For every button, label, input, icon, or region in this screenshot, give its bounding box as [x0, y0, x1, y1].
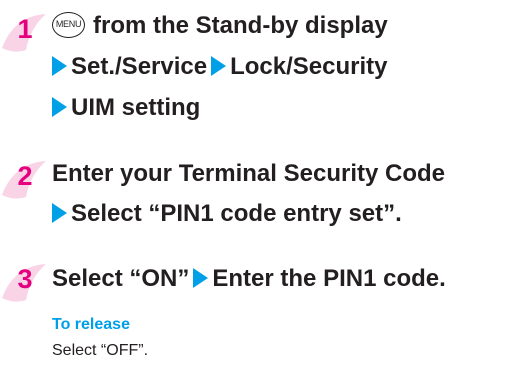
arrow-right-icon — [193, 268, 209, 288]
arrow-right-icon — [211, 56, 227, 76]
arrow-right-icon — [52, 203, 67, 223]
step-number: 3 — [17, 264, 33, 294]
step-1-text-1: from the Stand-by display — [93, 12, 388, 39]
step-2-line-2: Select “PIN1 code entry set”. — [52, 197, 402, 231]
menu-key-icon: MENU — [52, 12, 85, 38]
arrow-right-icon — [52, 56, 67, 76]
arrow-right-icon — [52, 97, 67, 117]
menu-path-item: Lock/Security — [230, 53, 388, 80]
menu-path-item: UIM setting — [71, 94, 201, 121]
step-3-text-1: Select “ON” — [52, 265, 190, 292]
release-heading: To release — [52, 316, 130, 333]
step-2-line-1: Enter your Terminal Security Code — [52, 157, 445, 191]
step-1-line-2: Set./Service Lock/Security — [52, 50, 388, 84]
step-number: 2 — [17, 161, 33, 191]
menu-key-label: MENU — [55, 19, 82, 29]
release-text: Select “OFF”. — [52, 342, 149, 359]
step-1-line-3: UIM setting — [52, 91, 200, 125]
step-3-text-2: Enter the PIN1 code. — [212, 265, 446, 292]
step-number-badge: 1 — [0, 10, 52, 56]
step-number: 1 — [17, 14, 33, 44]
step-1-line-1: MENU from the Stand-by display — [52, 9, 388, 43]
step-number-badge: 3 — [0, 260, 52, 306]
menu-path-item: Set./Service — [71, 53, 208, 80]
step-number-badge: 2 — [0, 157, 52, 203]
step-3-line-1: Select “ON” Enter the PIN1 code. — [52, 262, 446, 296]
step-2-text-1: Enter your Terminal Security Code — [52, 160, 445, 187]
step-2-text-2: Select “PIN1 code entry set”. — [71, 200, 402, 227]
